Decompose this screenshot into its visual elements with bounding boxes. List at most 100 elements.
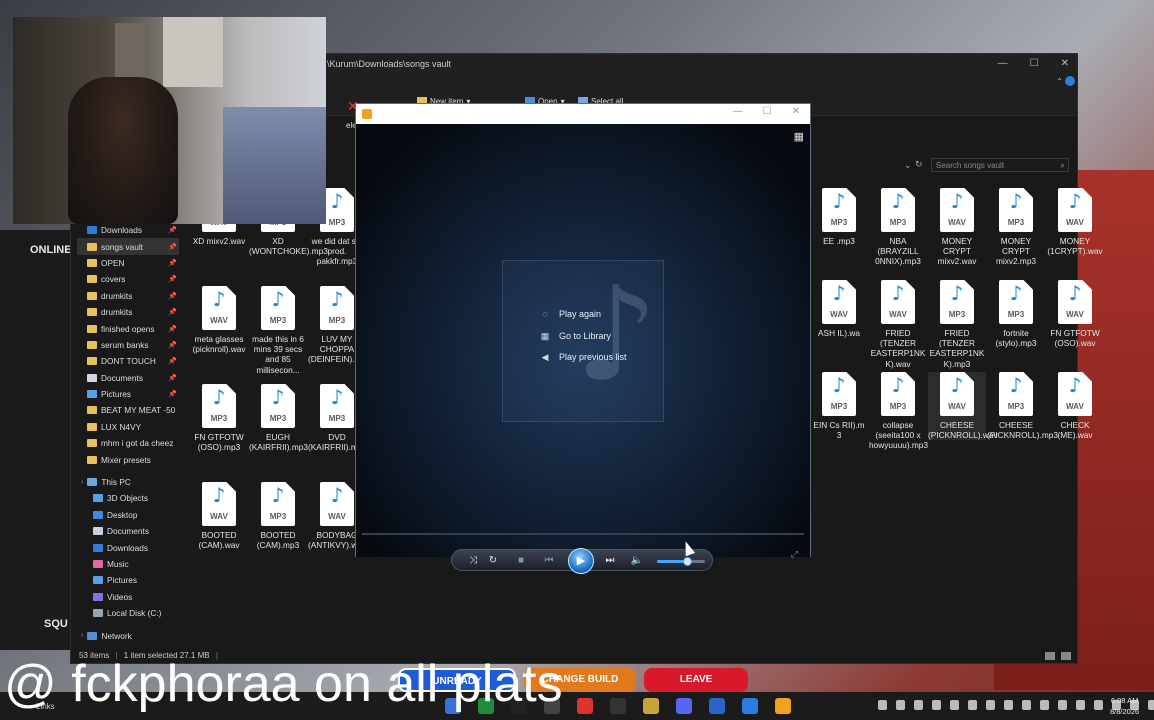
previous-icon[interactable]: ⏮ — [542, 554, 556, 568]
next-icon[interactable]: ⏭ — [603, 554, 617, 568]
taskbar-app-icon[interactable] — [577, 698, 593, 714]
tray-icon[interactable] — [1040, 700, 1049, 710]
sidebar-item-this-pc[interactable]: › This PC — [77, 474, 179, 490]
sidebar-item[interactable]: Videos — [77, 589, 179, 605]
taskbar-clock[interactable]: 6:08 AM 8/8/2026 — [1110, 695, 1139, 717]
taskbar-app-icon[interactable] — [775, 698, 791, 714]
file-item[interactable]: ♪ WAV CHEESE (PICKNROLL).wav — [928, 372, 998, 441]
tray-icon[interactable] — [1094, 700, 1103, 710]
help-icon[interactable] — [1065, 76, 1075, 86]
ribbon-collapse-icon[interactable]: ⌃ — [1056, 77, 1063, 86]
file-item[interactable]: ♪ MP3 NBA (BRAYZILL 0NNIX).mp3 — [869, 188, 927, 267]
sidebar-item[interactable]: LUX N4VY — [77, 419, 179, 435]
file-item[interactable]: ♪ MP3 EUGH (KAIRFRII).mp3 — [249, 384, 308, 452]
file-item[interactable]: ♪ MP3 EIN Cs RII).m 3 — [810, 372, 868, 440]
play-button[interactable]: ▶ — [568, 548, 594, 574]
file-item[interactable]: ♪ MP3 made this in 6 mins 39 secs and 85 m… — [249, 286, 307, 375]
sidebar-item[interactable]: Documents 📌 — [77, 370, 179, 386]
file-item[interactable]: ♪ WAV meta glasses (picknroll).wav — [190, 286, 248, 354]
player-menu-item[interactable]: ◌ Play again — [540, 309, 601, 319]
file-item[interactable]: ♪ MP3 CHEESE (PICKNROLL).mp3 — [987, 372, 1058, 440]
file-item[interactable]: ♪ MP3 FN GTFOTW (OSO).mp3 — [190, 384, 248, 452]
player-menu-item[interactable]: ▦ Go to Library — [540, 331, 611, 341]
sidebar-item[interactable]: songs vault 📌 — [77, 238, 179, 255]
file-item[interactable]: ♪ MP3 collapse (seeita100 x howyuuuu).mp3 — [869, 372, 928, 451]
seek-bar[interactable] — [362, 533, 804, 535]
tray-icon[interactable] — [986, 700, 995, 710]
mute-icon[interactable]: 🔈 — [630, 554, 644, 568]
sidebar-item[interactable]: Documents — [77, 523, 179, 539]
shuffle-icon[interactable]: ⤨ — [466, 554, 480, 568]
sidebar-item[interactable]: Pictures — [77, 572, 179, 588]
tray-icon[interactable] — [1076, 700, 1085, 710]
tray-icon[interactable] — [914, 700, 923, 710]
minimize-button[interactable]: — — [733, 106, 743, 117]
tiles-view-icon[interactable] — [1061, 652, 1071, 660]
file-item[interactable]: ♪ WAV MONEY (1CRYPT).wav — [1046, 188, 1104, 256]
tray-icon[interactable] — [878, 700, 887, 710]
file-item[interactable]: ♪ MP3 fortnite (stylo).mp3 — [987, 280, 1045, 348]
sidebar-item[interactable]: Local Disk (C:) — [77, 605, 179, 621]
sidebar-item[interactable]: OPEN 📌 — [77, 255, 179, 271]
sidebar-item[interactable]: covers 📌 — [77, 271, 179, 287]
tray-icon[interactable] — [1004, 700, 1013, 710]
audio-file-icon: ♪ WAV — [202, 286, 236, 330]
tray-icon[interactable] — [1148, 700, 1154, 710]
file-item[interactable]: ♪ MP3 EE .mp3 — [810, 188, 868, 246]
sidebar-item[interactable]: drumkits 📌 — [77, 288, 179, 304]
file-item[interactable]: ♪ MP3 FRIED (TENZER EASTERP1NK K).mp3 — [928, 280, 986, 369]
player-titlebar[interactable]: — ☐ ✕ — [356, 104, 810, 124]
repeat-icon[interactable]: ↻ — [486, 554, 500, 568]
volume-slider[interactable] — [657, 557, 705, 566]
sidebar-item[interactable]: 3D Objects — [77, 490, 179, 506]
file-item[interactable]: ♪ WAV CHECK (ME).wav — [1046, 372, 1104, 440]
close-button[interactable]: ✕ — [1061, 58, 1069, 69]
file-item[interactable]: ♪ WAV MONEY CRYPT mixv2.wav — [928, 188, 986, 267]
maximize-button[interactable]: ☐ — [1030, 58, 1039, 69]
sidebar-item-label: This PC — [101, 477, 131, 488]
dropdown-icon[interactable]: ⌄ — [904, 160, 912, 171]
stop-icon[interactable]: ■ — [514, 554, 528, 568]
details-view-icon[interactable] — [1045, 652, 1055, 660]
tray-icon[interactable] — [1022, 700, 1031, 710]
player-menu-item[interactable]: ◀ Play previous list — [540, 352, 627, 362]
switch-to-library-icon[interactable]: ▦ — [794, 130, 804, 143]
sidebar-item[interactable]: finished opens 📌 — [77, 320, 179, 336]
taskbar-app-icon[interactable] — [709, 698, 725, 714]
file-item[interactable]: ♪ MP3 BOOTED (CAM).mp3 — [249, 482, 307, 550]
sidebar-item[interactable]: Downloads 📌 — [77, 222, 179, 238]
sidebar-item[interactable]: serum banks 📌 — [77, 337, 179, 353]
taskbar-app-icon[interactable] — [610, 698, 626, 714]
close-button[interactable]: ✕ — [792, 106, 800, 117]
sidebar-item[interactable]: BEAT MY MEAT -50 — [77, 402, 179, 418]
minimize-button[interactable]: — — [998, 58, 1008, 69]
tray-icon[interactable] — [896, 700, 905, 710]
sidebar-item[interactable]: Pictures 📌 — [77, 386, 179, 402]
file-item[interactable]: ♪ WAV ASH IL).wa — [810, 280, 868, 338]
sidebar-item[interactable]: drumkits 📌 — [77, 304, 179, 320]
sidebar-item-network[interactable]: › Network — [77, 627, 179, 643]
file-item[interactable]: ♪ MP3 MONEY CRYPT mixv2.mp3 — [987, 188, 1045, 267]
sidebar-item[interactable]: Desktop — [77, 507, 179, 523]
volume-knob[interactable] — [682, 557, 692, 566]
file-item[interactable]: ♪ WAV FRIED (TENZER EASTERP1NK K).wav — [869, 280, 927, 369]
taskbar-app-icon[interactable] — [643, 698, 659, 714]
tray-icon[interactable] — [950, 700, 959, 710]
tray-icon[interactable] — [932, 700, 941, 710]
file-item[interactable]: ♪ WAV FN GTFOTW (OSO).wav — [1046, 280, 1104, 348]
taskbar-app-icon[interactable] — [676, 698, 692, 714]
search-input[interactable]: Search songs vault ⌕ — [931, 158, 1069, 172]
sidebar-item[interactable]: mhm i got da cheez — [77, 435, 179, 451]
sidebar-item[interactable]: DONT TOUCH 📌 — [77, 353, 179, 369]
taskbar-app-icon[interactable] — [742, 698, 758, 714]
maximize-button[interactable]: ☐ — [763, 106, 772, 117]
tray-icon[interactable] — [968, 700, 977, 710]
leave-button[interactable]: LEAVE — [644, 668, 748, 692]
sidebar-item[interactable]: Mixer presets — [77, 451, 179, 467]
sidebar-item[interactable]: Music — [77, 556, 179, 572]
refresh-icon[interactable]: ↻ — [915, 159, 923, 170]
full-screen-icon[interactable]: ⤢ — [791, 549, 798, 560]
tray-icon[interactable] — [1058, 700, 1067, 710]
file-item[interactable]: ♪ WAV BOOTED (CAM).wav — [190, 482, 248, 550]
sidebar-item[interactable]: Downloads — [77, 539, 179, 555]
